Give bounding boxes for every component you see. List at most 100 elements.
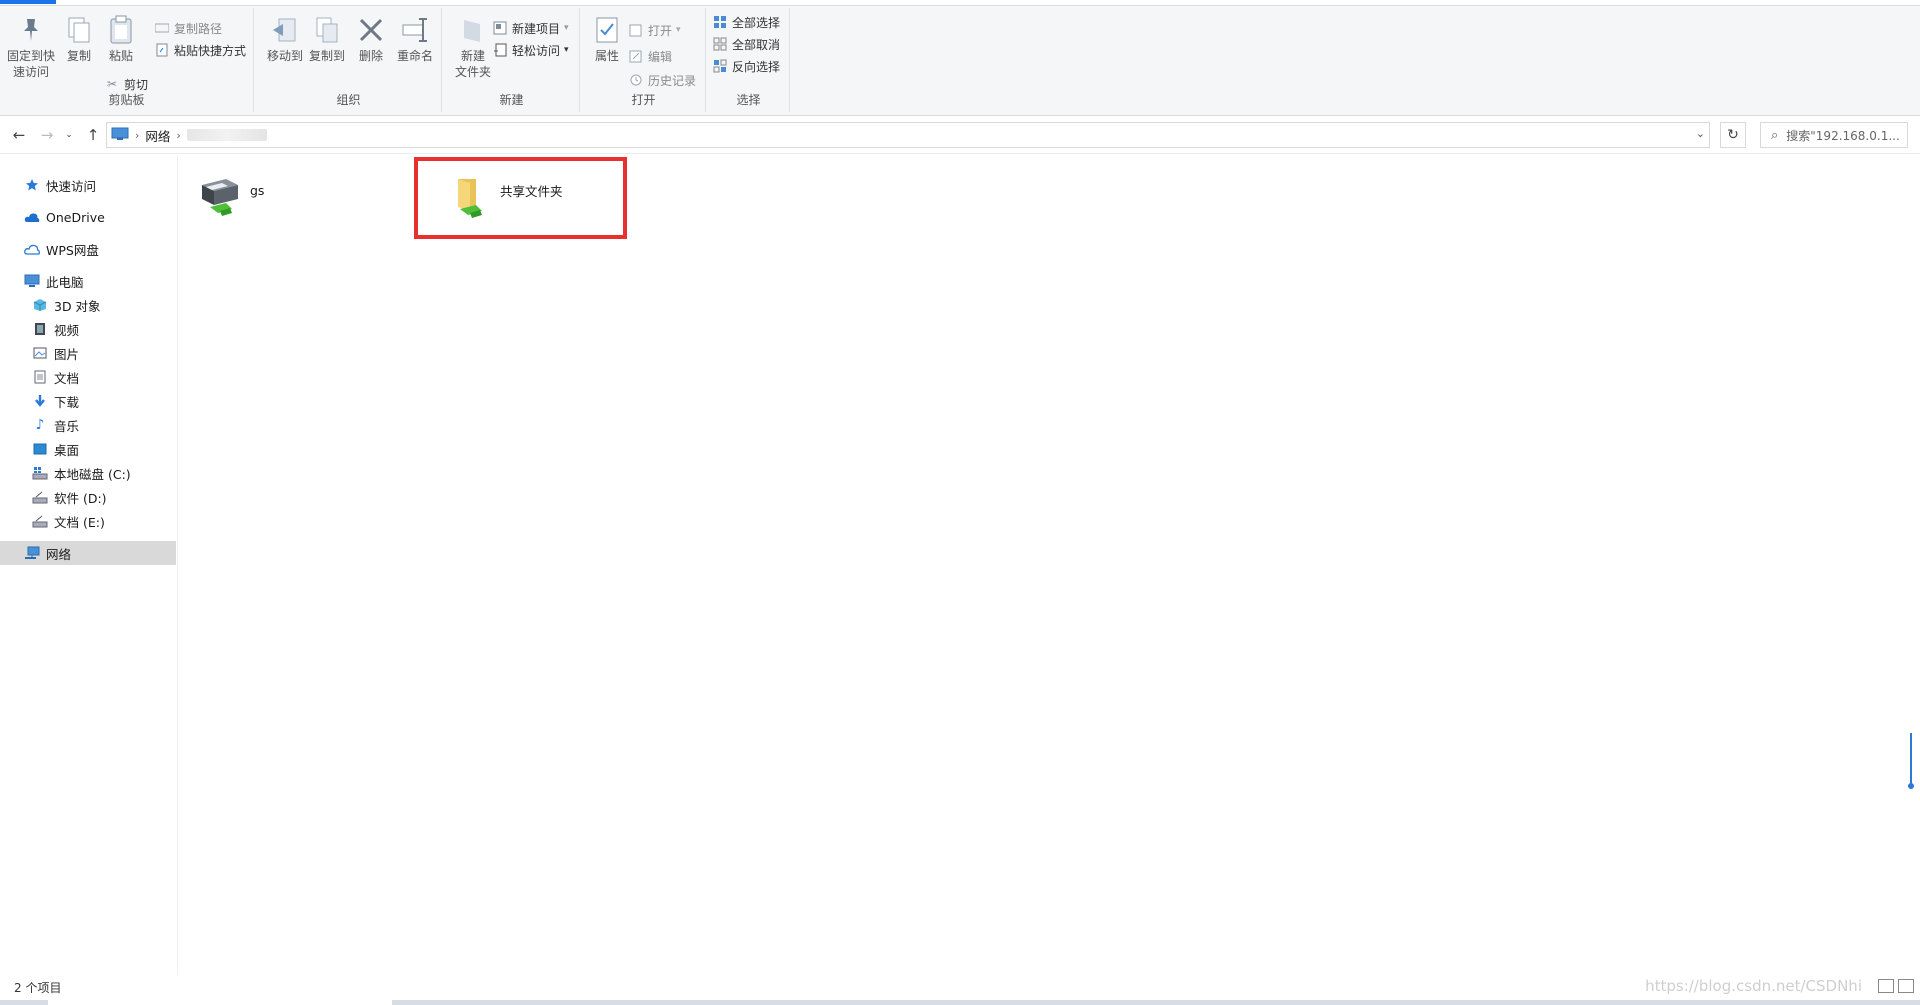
open-icon xyxy=(628,22,644,38)
select-group: 全部选择 全部取消 反向选择 选择 xyxy=(708,8,790,112)
rename-button[interactable]: 重命名 xyxy=(390,14,440,64)
search-box[interactable]: ⌕ 搜索"192.168.0.1... xyxy=(1760,122,1908,148)
back-button[interactable]: ← xyxy=(8,124,30,146)
large-icons-view-button[interactable] xyxy=(1898,979,1914,993)
annotation-highlight-box xyxy=(414,157,627,239)
search-placeholder: 搜索"192.168.0.1... xyxy=(1786,128,1900,143)
drive-icon xyxy=(32,465,48,481)
desktop-icon xyxy=(32,441,48,457)
delete-x-icon xyxy=(355,14,387,46)
pin-quick-access-button[interactable]: 固定到快 速访问 xyxy=(6,14,56,80)
cloud-outline-icon xyxy=(24,241,40,257)
network-icon xyxy=(24,545,40,561)
dropdown-caret-icon: ▾ xyxy=(564,23,569,33)
sidebar-item-label: 音乐 xyxy=(54,418,80,434)
edit-label: 编辑 xyxy=(648,49,673,64)
sidebar-item-label: 文档 (E:) xyxy=(54,514,105,530)
up-button[interactable]: ↑ xyxy=(82,124,104,146)
sidebar-item-3d-objects[interactable]: 3D 对象 xyxy=(0,293,176,317)
paste-button[interactable]: 粘贴 xyxy=(96,14,146,64)
watermark-text: https://blog.csdn.net/CSDNhi xyxy=(1645,977,1862,995)
details-view-button[interactable] xyxy=(1878,979,1894,993)
new-folder-button[interactable]: 新建 文件夹 xyxy=(448,14,498,80)
breadcrumb-chevron-icon: › xyxy=(135,128,140,142)
select-all-button[interactable]: 全部选择 xyxy=(712,12,780,32)
scissors-icon: ✂ xyxy=(106,77,118,91)
sidebar-item-downloads[interactable]: 下载 xyxy=(0,389,176,413)
clipboard-group-label: 剪贴板 xyxy=(108,93,145,107)
organize-group-label: 组织 xyxy=(336,93,361,107)
navigation-pane: 快速访问 OneDrive WPS网盘 此电脑 3D 对象 视频 图片 文档 下… xyxy=(0,155,178,975)
new-item-label: 新建项目 xyxy=(512,21,561,36)
sidebar-item-label: 图片 xyxy=(54,346,80,362)
up-arrow-icon: ↑ xyxy=(86,126,100,144)
history-icon xyxy=(628,72,644,88)
dropdown-caret-icon: ▾ xyxy=(564,45,569,55)
sidebar-item-drive-c[interactable]: 本地磁盘 (C:) xyxy=(0,461,176,485)
invert-selection-button[interactable]: 反向选择 xyxy=(712,56,780,76)
easy-access-label: 轻松访问 xyxy=(512,43,561,58)
sidebar-item-label: 视频 xyxy=(54,322,80,338)
taskbar-slot xyxy=(48,1000,392,1005)
address-bar[interactable]: › 网络 › ⌄ xyxy=(106,122,1710,148)
sidebar-item-quick-access[interactable]: 快速访问 xyxy=(0,173,176,197)
address-dropdown-icon[interactable]: ⌄ xyxy=(1696,127,1705,140)
select-all-label: 全部选择 xyxy=(732,15,781,30)
file-item-printer[interactable]: gs xyxy=(180,163,380,219)
forward-button[interactable]: → xyxy=(36,124,58,146)
sidebar-item-videos[interactable]: 视频 xyxy=(0,317,176,341)
new-folder-icon xyxy=(457,14,489,46)
sidebar-item-this-pc[interactable]: 此电脑 xyxy=(0,269,176,293)
paste-shortcut-label: 粘贴快捷方式 xyxy=(174,43,247,58)
sidebar-item-label: 下载 xyxy=(54,394,80,410)
search-icon: ⌕ xyxy=(1771,127,1779,143)
history-button[interactable]: 历史记录 xyxy=(628,70,696,90)
easy-access-button[interactable]: 轻松访问 ▾ xyxy=(492,40,569,60)
sidebar-item-wps-drive[interactable]: WPS网盘 xyxy=(0,237,176,261)
refresh-button[interactable]: ↻ xyxy=(1720,122,1746,148)
paste-label: 粘贴 xyxy=(108,49,133,63)
new-item-button[interactable]: 新建项目 ▾ xyxy=(492,18,569,38)
delete-button[interactable]: 删除 xyxy=(346,14,396,64)
copy-to-icon xyxy=(311,14,343,46)
sidebar-item-drive-d[interactable]: 软件 (D:) xyxy=(0,485,176,509)
properties-button[interactable]: 属性 xyxy=(582,14,632,64)
sidebar-item-label: 此电脑 xyxy=(46,274,84,290)
select-none-button[interactable]: 全部取消 xyxy=(712,34,780,54)
cut-label: 剪切 xyxy=(124,77,149,92)
select-all-icon xyxy=(712,14,728,30)
zoom-slider[interactable] xyxy=(1908,733,1914,791)
forward-arrow-icon: → xyxy=(40,126,54,144)
breadcrumb-chevron-icon: › xyxy=(176,128,181,142)
copy-path-button[interactable]: 复制路径 xyxy=(154,18,222,38)
edit-button[interactable]: 编辑 xyxy=(628,46,672,66)
refresh-icon: ↻ xyxy=(1727,127,1739,143)
new-group: 新建 文件夹 新建项目 ▾ 轻松访问 ▾ 新建 xyxy=(444,8,580,112)
chevron-down-icon: ⌄ xyxy=(65,130,73,140)
pin-label: 固定到快 速访问 xyxy=(6,49,55,79)
sidebar-item-music[interactable]: ♪ 音乐 xyxy=(0,413,176,437)
properties-icon xyxy=(591,14,623,46)
star-icon xyxy=(24,177,40,193)
easy-access-icon xyxy=(492,42,508,58)
sidebar-item-documents[interactable]: 文档 xyxy=(0,365,176,389)
rename-label: 重命名 xyxy=(396,49,433,63)
sidebar-item-network[interactable]: 网络 xyxy=(0,541,176,565)
clipboard-group: 固定到快 速访问 复制 粘贴 复制路径 粘贴快捷方式 ✂ 剪切 剪贴板 xyxy=(0,8,254,112)
select-group-label: 选择 xyxy=(736,93,761,107)
breadcrumb-redacted-host[interactable] xyxy=(186,129,267,141)
invert-selection-label: 反向选择 xyxy=(732,59,781,74)
recent-locations-button[interactable]: ⌄ xyxy=(62,124,76,146)
select-none-label: 全部取消 xyxy=(732,37,781,52)
new-folder-label: 新建 文件夹 xyxy=(454,49,491,79)
copy-to-button[interactable]: 复制到 xyxy=(302,14,352,64)
breadcrumb-network[interactable]: 网络 xyxy=(145,126,170,145)
sidebar-item-label: 3D 对象 xyxy=(54,298,101,314)
sidebar-item-drive-e[interactable]: 文档 (E:) xyxy=(0,509,176,533)
paste-shortcut-button[interactable]: 粘贴快捷方式 xyxy=(154,40,246,60)
sidebar-item-pictures[interactable]: 图片 xyxy=(0,341,176,365)
open-button[interactable]: 打开 ▾ xyxy=(628,20,681,40)
sidebar-item-onedrive[interactable]: OneDrive xyxy=(0,205,176,229)
file-list: gs 共享文件夹 xyxy=(180,155,1920,975)
sidebar-item-desktop[interactable]: 桌面 xyxy=(0,437,176,461)
